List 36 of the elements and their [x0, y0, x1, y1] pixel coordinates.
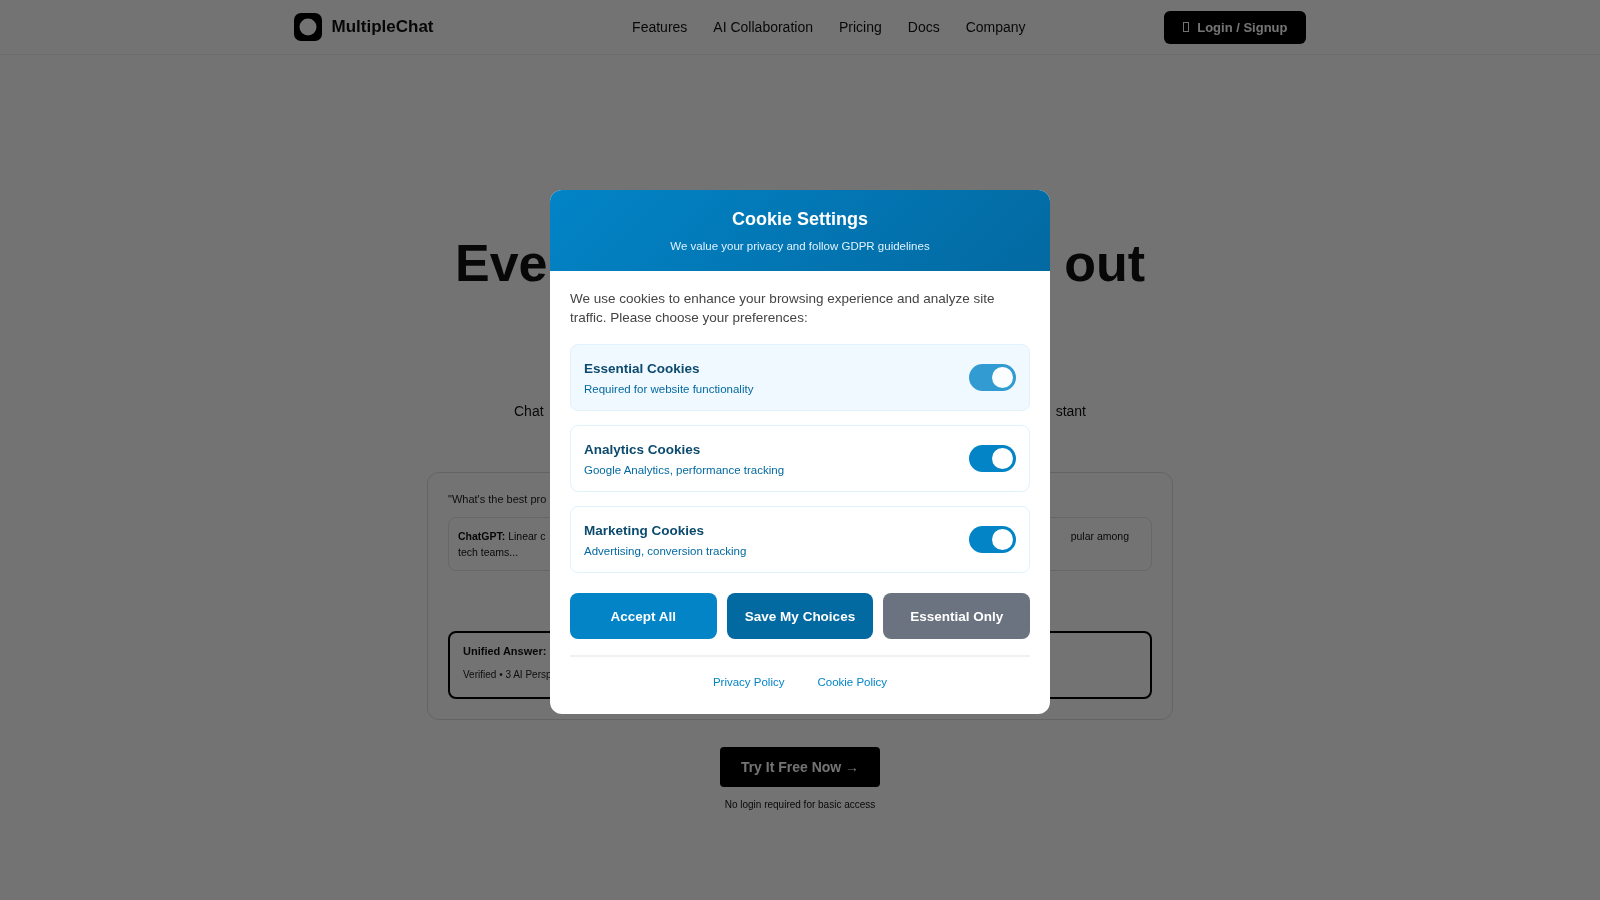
policy-link[interactable]: Cookie Policy [817, 676, 888, 688]
dialog-subtitle: We value your privacy and follow GDPR guidelines [669, 240, 931, 252]
nav-link[interactable]: Pricing [839, 19, 882, 35]
unified-label: Unified Answer: [463, 645, 548, 657]
subtitle: Chat [514, 402, 544, 421]
option-description: Required for website functionality [584, 382, 754, 395]
option-title: Essential Cookies [584, 360, 701, 376]
question-text: "What's the best pro [448, 493, 548, 505]
headline: Eve [455, 233, 548, 294]
login-button[interactable]: Login / Signup [1164, 10, 1307, 44]
option-description: Google Analytics, performance tracking [584, 463, 785, 476]
option-title: Analytics Cookies [584, 441, 702, 457]
subtitle: stant [1055, 402, 1086, 421]
save-button[interactable]: Save My Choices [726, 593, 874, 639]
logo-icon [293, 13, 322, 41]
option-description: Advertising, conversion tracking [584, 544, 747, 557]
option-title: Marketing Cookies [584, 522, 706, 538]
toggle-switch[interactable] [969, 445, 1016, 472]
answer-text: tech teams... [458, 545, 519, 560]
placeholder-glyph-icon [1183, 22, 1190, 32]
answer-text: ChatGPT: Linear c [458, 529, 546, 544]
try-free-button[interactable]: Try It Free Now → [720, 747, 880, 787]
essential-button[interactable]: Essential Only [883, 593, 1030, 639]
brand-name[interactable]: MultipleChat [331, 17, 434, 37]
nav-link[interactable]: Docs [907, 19, 940, 35]
toggle-switch[interactable] [969, 526, 1016, 553]
nav-link[interactable]: AI Collaboration [713, 19, 813, 35]
cta-note: No login required for basic access [724, 799, 876, 810]
accept-button[interactable]: Accept All [570, 593, 717, 639]
nav-link[interactable]: Company [965, 19, 1026, 35]
nav-link[interactable]: Features [632, 19, 688, 35]
intro-text: We use cookies to enhance your browsing experience and analyze site traffic. Please choose your preferences: [570, 290, 996, 327]
dialog-title: Cookie Settings [731, 209, 869, 230]
policy-link[interactable]: Privacy Policy [712, 676, 785, 688]
answer-text: pular among [1070, 529, 1129, 544]
headline: out [1064, 233, 1145, 294]
